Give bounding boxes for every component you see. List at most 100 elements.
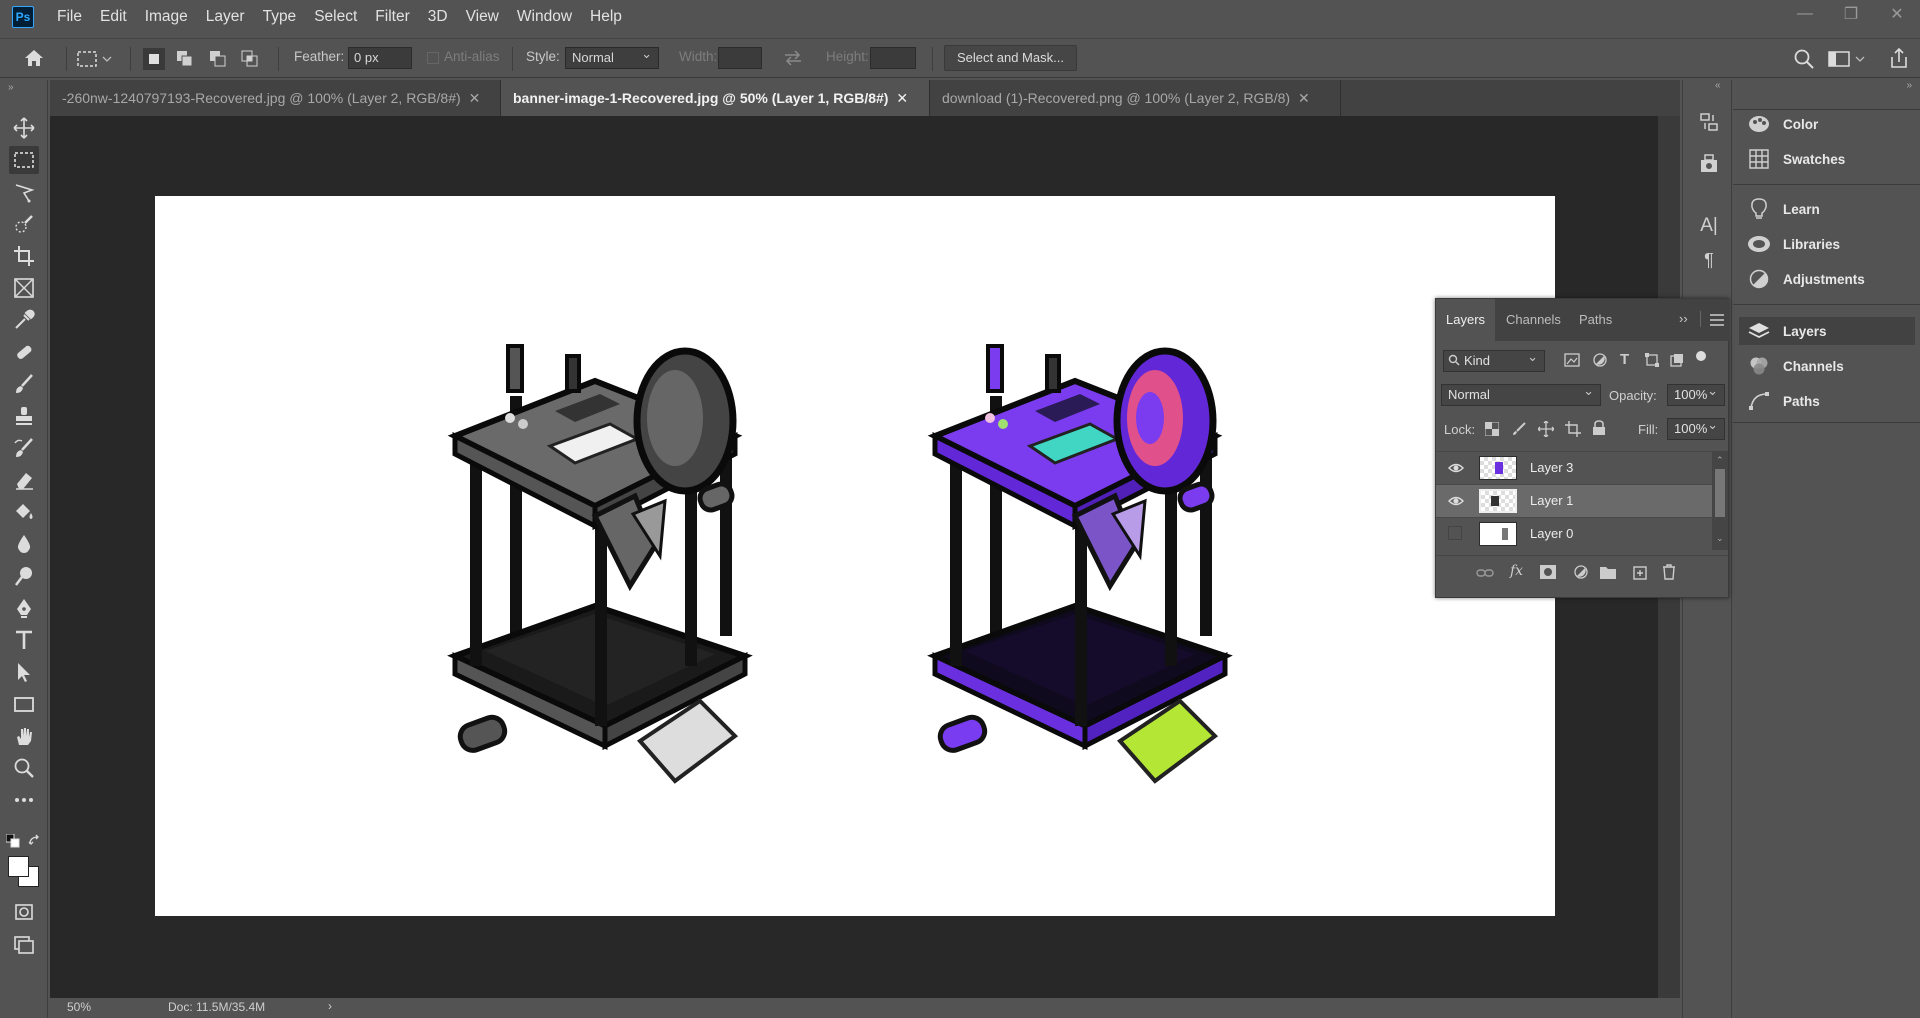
panel-paths[interactable]: Paths bbox=[1739, 387, 1915, 415]
menu-window[interactable]: Window bbox=[508, 0, 581, 33]
menu-edit[interactable]: Edit bbox=[91, 0, 136, 33]
filter-pixel-icon[interactable] bbox=[1564, 353, 1580, 367]
add-selection-icon[interactable] bbox=[175, 49, 195, 69]
swap-dimensions-icon[interactable] bbox=[782, 49, 804, 67]
tab-channels[interactable]: Channels bbox=[1496, 299, 1571, 341]
tab-close-icon[interactable]: ✕ bbox=[896, 90, 908, 106]
pen-tool-icon[interactable] bbox=[9, 594, 39, 622]
fx-icon[interactable]: fx bbox=[1510, 563, 1523, 579]
link-layers-icon[interactable] bbox=[1476, 567, 1494, 579]
filter-smart-object-icon[interactable] bbox=[1670, 353, 1684, 367]
crop-tool-icon[interactable] bbox=[9, 242, 39, 270]
collapse-strip-icon[interactable]: « bbox=[1715, 80, 1721, 91]
screen-mode-icon[interactable] bbox=[9, 930, 39, 958]
zoom-level[interactable]: 50% bbox=[67, 1000, 91, 1014]
status-menu-arrow[interactable]: › bbox=[328, 999, 332, 1013]
tab-document-1[interactable]: -260nw-1240797193-Recovered.jpg @ 100% (… bbox=[50, 80, 501, 116]
quick-selection-tool-icon[interactable] bbox=[9, 210, 39, 238]
share-icon[interactable] bbox=[1888, 47, 1910, 69]
lasso-tool-icon[interactable] bbox=[9, 178, 39, 206]
lock-all-icon[interactable] bbox=[1592, 420, 1606, 436]
intersect-selection-icon[interactable] bbox=[240, 49, 260, 69]
blend-mode-select[interactable]: Normal bbox=[1441, 383, 1601, 406]
eye-icon[interactable] bbox=[1448, 460, 1464, 476]
swap-colors-icon[interactable] bbox=[28, 834, 42, 848]
menu-help[interactable]: Help bbox=[581, 0, 631, 33]
eyedropper-tool-icon[interactable] bbox=[9, 306, 39, 334]
default-colors-icon[interactable] bbox=[6, 834, 20, 848]
layer-name[interactable]: Layer 0 bbox=[1530, 526, 1573, 541]
edit-toolbar-icon[interactable] bbox=[9, 786, 39, 814]
photoshop-logo[interactable]: Ps bbox=[12, 5, 34, 28]
panel-menu-icon[interactable] bbox=[1710, 314, 1724, 326]
restore-button[interactable]: ❐ bbox=[1828, 0, 1874, 28]
panel-libraries[interactable]: Libraries bbox=[1739, 230, 1915, 258]
healing-brush-tool-icon[interactable] bbox=[9, 338, 39, 366]
tab-paths[interactable]: Paths bbox=[1569, 299, 1622, 341]
tab-document-2[interactable]: banner-image-1-Recovered.jpg @ 50% (Laye… bbox=[501, 80, 930, 116]
style-select[interactable]: Normal bbox=[565, 46, 659, 69]
lock-artboard-icon[interactable] bbox=[1565, 421, 1581, 437]
layer-name[interactable]: Layer 1 bbox=[1530, 493, 1573, 508]
frame-tool-icon[interactable] bbox=[9, 274, 39, 302]
height-input[interactable] bbox=[870, 47, 916, 69]
menu-layer[interactable]: Layer bbox=[197, 0, 254, 33]
clone-stamp-tool-icon[interactable] bbox=[9, 402, 39, 430]
panel-learn[interactable]: Learn bbox=[1739, 195, 1915, 223]
rectangle-tool-icon[interactable] bbox=[9, 690, 39, 718]
path-selection-tool-icon[interactable] bbox=[9, 658, 39, 686]
lock-position-icon[interactable] bbox=[1538, 421, 1554, 437]
opacity-input[interactable]: 100% bbox=[1667, 383, 1725, 406]
eye-icon[interactable] bbox=[1448, 493, 1464, 509]
new-layer-icon[interactable] bbox=[1633, 564, 1647, 580]
properties-panel-icon[interactable] bbox=[1697, 152, 1721, 176]
menu-filter[interactable]: Filter bbox=[366, 0, 418, 33]
panel-channels[interactable]: Channels bbox=[1739, 352, 1915, 380]
minimize-button[interactable]: — bbox=[1782, 0, 1828, 28]
type-tool-icon[interactable] bbox=[9, 626, 39, 654]
history-panel-icon[interactable] bbox=[1697, 110, 1721, 134]
hand-tool-icon[interactable] bbox=[9, 722, 39, 750]
menu-image[interactable]: Image bbox=[136, 0, 197, 33]
tab-document-3[interactable]: download (1)-Recovered.png @ 100% (Layer… bbox=[930, 80, 1341, 116]
dodge-tool-icon[interactable] bbox=[9, 562, 39, 590]
color-swatches[interactable] bbox=[8, 856, 40, 888]
character-panel-icon[interactable]: A| bbox=[1697, 214, 1721, 238]
new-group-icon[interactable] bbox=[1600, 565, 1616, 579]
filter-adjustment-icon[interactable] bbox=[1593, 353, 1607, 367]
rectangular-marquee-tool-icon[interactable] bbox=[9, 146, 39, 174]
marquee-preset-icon[interactable] bbox=[76, 49, 112, 69]
menu-file[interactable]: File bbox=[48, 0, 91, 33]
quick-mask-icon[interactable] bbox=[9, 898, 39, 926]
panel-layers[interactable]: Layers bbox=[1739, 317, 1915, 345]
new-adjustment-layer-icon[interactable] bbox=[1574, 565, 1588, 579]
lock-pixels-icon[interactable] bbox=[1512, 422, 1526, 436]
move-tool-icon[interactable] bbox=[9, 114, 39, 142]
feather-input[interactable]: 0 px bbox=[348, 47, 412, 69]
layer-row[interactable]: Layer 1 bbox=[1436, 484, 1712, 517]
layers-scrollbar[interactable]: ⌃ ⌄ bbox=[1712, 451, 1728, 550]
paint-bucket-tool-icon[interactable] bbox=[9, 498, 39, 526]
menu-type[interactable]: Type bbox=[254, 0, 306, 33]
close-button[interactable]: ✕ bbox=[1874, 0, 1920, 28]
collapse-dock-icon[interactable]: » bbox=[1906, 80, 1912, 91]
history-brush-tool-icon[interactable] bbox=[9, 434, 39, 462]
layer-row[interactable]: Layer 0 bbox=[1436, 517, 1712, 550]
antialias-checkbox[interactable] bbox=[427, 52, 439, 64]
layer-row[interactable]: Layer 3 bbox=[1436, 451, 1712, 484]
tab-layers[interactable]: Layers bbox=[1436, 299, 1496, 341]
paragraph-panel-icon[interactable]: ¶ bbox=[1697, 248, 1721, 272]
filter-toggle-icon[interactable] bbox=[1696, 351, 1706, 361]
lock-transparent-icon[interactable] bbox=[1485, 422, 1499, 436]
expand-panel-icon[interactable]: ›› bbox=[1679, 311, 1688, 326]
width-input[interactable] bbox=[718, 47, 762, 69]
brush-tool-icon[interactable] bbox=[9, 370, 39, 398]
home-icon[interactable] bbox=[22, 47, 46, 69]
eraser-tool-icon[interactable] bbox=[9, 466, 39, 494]
panel-swatches[interactable]: Swatches bbox=[1739, 145, 1915, 173]
workspace-icon[interactable] bbox=[1828, 49, 1866, 69]
search-icon[interactable] bbox=[1793, 48, 1815, 70]
menu-select[interactable]: Select bbox=[305, 0, 366, 33]
panel-color[interactable]: Color bbox=[1739, 110, 1915, 138]
select-and-mask-button[interactable]: Select and Mask... bbox=[944, 45, 1077, 71]
